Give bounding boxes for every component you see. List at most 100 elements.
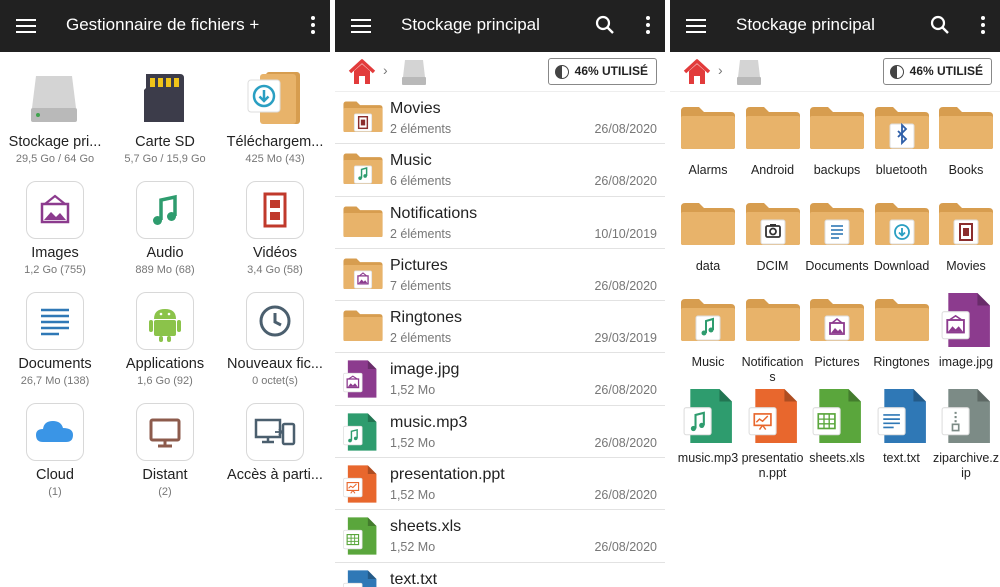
- folder-icon: [679, 198, 737, 254]
- home-tile[interactable]: Distant (2): [110, 385, 220, 498]
- home-tile[interactable]: Images 1,2 Go (755): [0, 163, 110, 276]
- home-tile[interactable]: Vidéos 3,4 Go (58): [220, 163, 330, 276]
- list-item[interactable]: Music 6 éléments 26/08/2020: [335, 144, 665, 197]
- screenshot-triptych: Gestionnaire de fichiers + Stockage pri.…: [0, 0, 1000, 587]
- item-date: 26/08/2020: [594, 383, 657, 398]
- home-tile[interactable]: Stockage pri... 29,5 Go / 64 Go: [0, 52, 110, 165]
- tile-label: Carte SD: [135, 134, 195, 150]
- storage-usage-badge[interactable]: 46% UTILISÉ: [882, 58, 992, 85]
- devices-icon: [246, 403, 304, 461]
- grid-item[interactable]: backups: [805, 98, 869, 190]
- item-label: Documents: [805, 259, 869, 273]
- text-file-icon: [342, 569, 384, 587]
- grid-item[interactable]: image.jpg: [934, 290, 998, 382]
- film-icon: [246, 181, 304, 239]
- music-folder-icon: [342, 150, 384, 190]
- list-item[interactable]: presentation.ppt 1,52 Mo 26/08/2020: [335, 458, 665, 511]
- more-options-icon[interactable]: [645, 16, 651, 36]
- grid-item[interactable]: ziparchive.zip: [933, 386, 999, 480]
- item-label: Music: [691, 355, 725, 369]
- list-item[interactable]: Ringtones 2 éléments 29/03/2019: [335, 301, 665, 354]
- list-item[interactable]: sheets.xls 1,52 Mo 26/08/2020: [335, 510, 665, 563]
- item-label: presentation.ppt: [741, 451, 804, 480]
- item-name: Music: [390, 152, 432, 170]
- search-icon[interactable]: [595, 15, 615, 35]
- image-folder-icon: [808, 294, 866, 350]
- hard-drive-icon: [26, 70, 84, 128]
- list-item[interactable]: Notifications 2 éléments 10/10/2019: [335, 197, 665, 249]
- folder-icon: [679, 102, 737, 158]
- text-file-icon: [876, 386, 934, 444]
- audio-file-icon: [342, 412, 384, 452]
- item-meta: 7 éléments: [390, 278, 452, 293]
- folder-icon: [342, 203, 384, 243]
- item-label: Alarms: [688, 163, 728, 177]
- home-tile[interactable]: Audio 889 Mo (68): [110, 163, 220, 276]
- list-item[interactable]: Movies 2 éléments 26/08/2020: [335, 92, 665, 145]
- download-folder-icon: [244, 68, 302, 126]
- home-tile[interactable]: Cloud (1): [0, 385, 110, 498]
- drive-icon[interactable]: [399, 57, 429, 87]
- grid-item[interactable]: Alarms: [676, 98, 740, 190]
- storage-usage-badge[interactable]: 46% UTILISÉ: [547, 58, 657, 85]
- item-name: Ringtones: [390, 309, 463, 327]
- grid-item[interactable]: DCIM: [741, 194, 805, 286]
- tile-label: Stockage pri...: [8, 134, 102, 150]
- folder-icon: [873, 294, 931, 350]
- home-tile[interactable]: Téléchargem... 425 Mo (43): [220, 52, 330, 165]
- menu-icon[interactable]: [686, 16, 706, 36]
- grid-item[interactable]: music.mp3: [676, 386, 740, 478]
- grid-item[interactable]: data: [676, 194, 740, 286]
- grid-item[interactable]: presentation.ppt: [741, 386, 805, 480]
- cloud-icon: [26, 403, 84, 461]
- home-tile[interactable]: Applications 1,6 Go (92): [110, 274, 220, 387]
- grid-item[interactable]: Documents: [805, 194, 869, 286]
- home-tile[interactable]: Accès à parti...: [220, 385, 330, 495]
- item-meta: 1,52 Mo: [390, 488, 436, 503]
- item-label: backups: [813, 163, 861, 177]
- home-tile[interactable]: Carte SD 5,7 Go / 15,9 Go: [110, 52, 220, 165]
- music-folder-icon: [679, 294, 737, 350]
- item-label: ziparchive.zip: [933, 451, 999, 480]
- item-name: image.jpg: [390, 361, 460, 379]
- menu-icon[interactable]: [351, 16, 371, 36]
- drive-icon[interactable]: [734, 57, 764, 87]
- usage-text: 46% UTILISÉ: [909, 64, 983, 78]
- item-label: image.jpg: [938, 355, 994, 369]
- list-item[interactable]: music.mp3 1,52 Mo 26/08/2020: [335, 406, 665, 459]
- item-label: Notifications: [741, 355, 804, 384]
- home-panel: Gestionnaire de fichiers + Stockage pri.…: [0, 0, 330, 587]
- grid-item[interactable]: Android: [741, 98, 805, 190]
- list-item[interactable]: image.jpg 1,52 Mo 26/08/2020: [335, 353, 665, 406]
- item-label: DCIM: [756, 259, 789, 273]
- home-tile[interactable]: Nouveaux fic... 0 octet(s): [220, 274, 330, 387]
- home-icon[interactable]: [682, 58, 712, 86]
- app-bar: Stockage principal: [670, 0, 1000, 52]
- search-icon[interactable]: [930, 15, 950, 35]
- grid-item[interactable]: Ringtones: [870, 290, 934, 382]
- tile-label: Téléchargem...: [226, 134, 324, 150]
- item-label: Android: [750, 163, 795, 177]
- list-item[interactable]: text.txt: [335, 563, 665, 587]
- clock-icon: [246, 292, 304, 350]
- list-item[interactable]: Pictures 7 éléments 26/08/2020: [335, 249, 665, 302]
- grid-item[interactable]: Download: [870, 194, 934, 286]
- grid-item[interactable]: text.txt: [870, 386, 934, 478]
- grid-item[interactable]: sheets.xls: [805, 386, 869, 478]
- grid-item[interactable]: bluetooth: [870, 98, 934, 190]
- grid-item[interactable]: Notifications: [741, 290, 805, 384]
- home-tile[interactable]: Documents 26,7 Mo (138): [0, 274, 110, 387]
- grid-item[interactable]: Pictures: [805, 290, 869, 382]
- grid-item[interactable]: Music: [676, 290, 740, 382]
- item-label: bluetooth: [875, 163, 928, 177]
- grid-item[interactable]: Movies: [934, 194, 998, 286]
- home-icon[interactable]: [347, 58, 377, 86]
- item-label: Pictures: [814, 355, 860, 369]
- menu-icon[interactable]: [16, 16, 36, 36]
- folder-title: Stockage principal: [401, 15, 540, 34]
- presentation-file-icon: [747, 386, 805, 444]
- more-options-icon[interactable]: [310, 16, 316, 36]
- more-options-icon[interactable]: [980, 16, 986, 36]
- grid-item[interactable]: Books: [934, 98, 998, 190]
- tile-label: Vidéos: [252, 245, 298, 261]
